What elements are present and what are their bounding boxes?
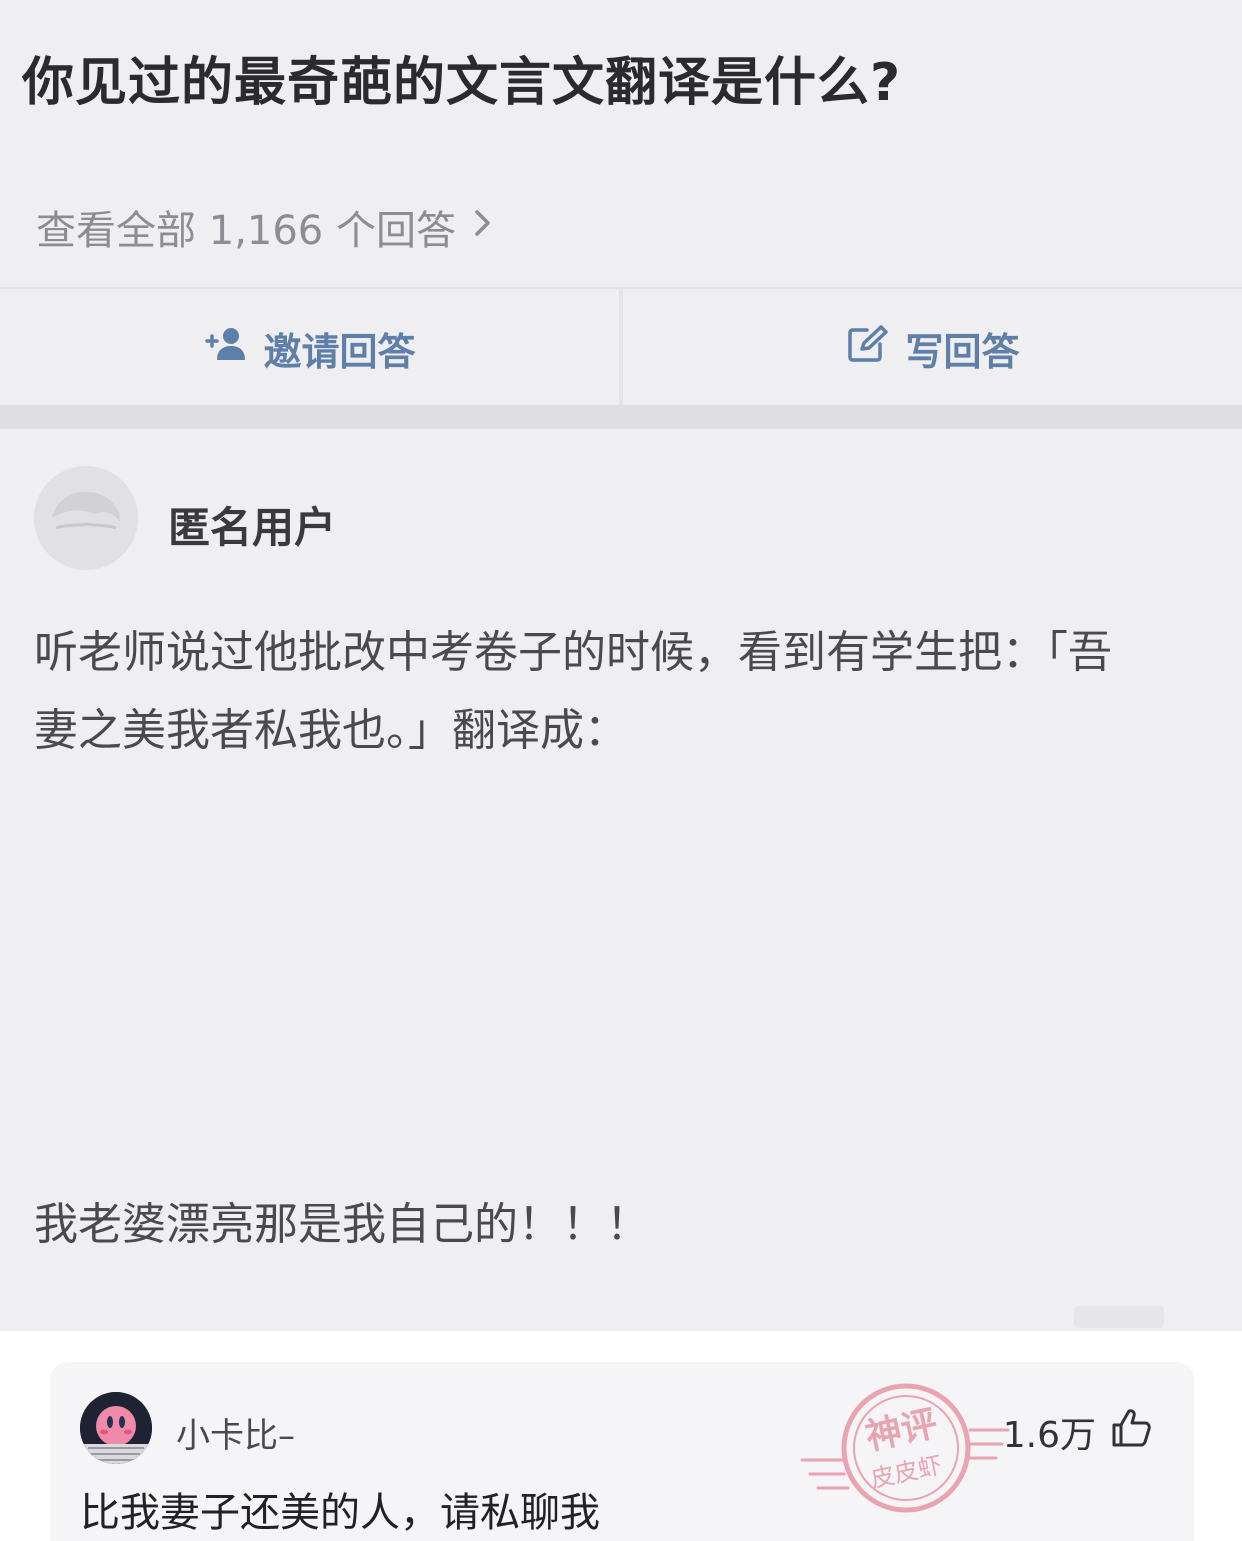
stamp-line-1: 神评 [862,1402,941,1457]
stamp-line-2: 皮皮虾 [868,1452,944,1493]
answer-paragraph: 听老师说过他批改中考卷子的时候，看到有学生把：「吾妻之美我者私我也。」翻译成： [34,627,1112,756]
action-bar: 邀请回答 写回答 [0,287,1242,407]
section-divider [0,405,1242,429]
answer-paragraph: 我老婆漂亮那是我自己的！！！ [34,1199,650,1250]
answer-author-name[interactable]: 匿名用户 [168,494,336,555]
write-answer-label: 写回答 [905,329,1020,374]
thumbs-up-icon [1110,1407,1152,1458]
shenping-stamp: 神评 皮皮虾 [798,1370,1018,1530]
commenter-username[interactable]: 小卡比– [176,1408,295,1457]
question-title: 你见过的最奇葩的文言文翻译是什么? [22,53,902,113]
invite-answer-label: 邀请回答 [263,329,416,374]
like-button[interactable]: 1.6万 [1003,1406,1152,1458]
chevron-right-icon [470,204,496,250]
invite-answer-button[interactable]: 邀请回答 [0,289,623,407]
comment-card: 小卡比– 1.6万 比我妻子还美的人，请私聊我 [50,1362,1194,1541]
edit-icon [845,324,891,373]
anonymous-avatar[interactable] [34,466,138,570]
embedded-screenshot: 你见过的最奇葩的文言文翻译是什么? 查看全部 1,166 个回答 邀请回答 写回… [0,0,1242,1331]
corner-watermark [1074,1306,1164,1328]
commenter-avatar[interactable] [80,1392,152,1464]
comment-text: 比我妻子还美的人，请私聊我 [80,1490,600,1536]
view-all-answers-link[interactable]: 查看全部 1,166 个回答 [36,198,496,256]
write-answer-button[interactable]: 写回答 [623,289,1242,407]
add-person-icon [203,324,249,373]
view-all-label: 查看全部 1,166 个回答 [36,208,456,254]
